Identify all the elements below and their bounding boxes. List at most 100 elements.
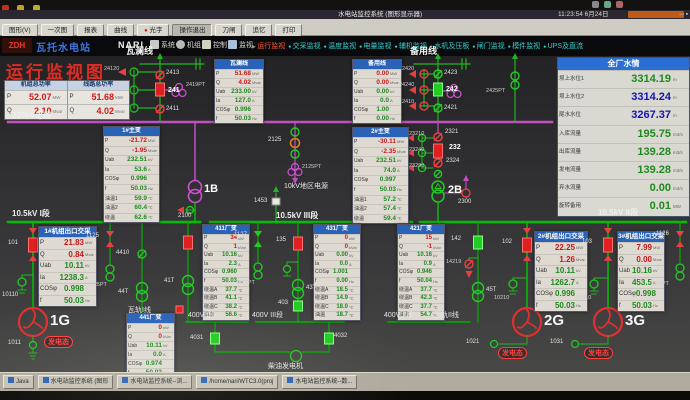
- meter-key: Uab: [314, 252, 324, 260]
- meter-key: 油温2: [353, 205, 367, 214]
- meter-row: COSφ1.00: [353, 105, 401, 114]
- feeder-45t: [465, 222, 484, 322]
- meter-row: f0.00Hz: [314, 277, 360, 286]
- water-label: 尾水水位: [558, 107, 593, 124]
- taskbar-item[interactable]: 水电站监控系统--浏...: [117, 375, 192, 389]
- meter-unit: [147, 175, 159, 184]
- meter-unit: MW: [147, 137, 159, 146]
- bay-2125-local-power: [288, 122, 302, 184]
- diagram-label: 2324: [446, 158, 459, 164]
- meter-row: f50.03Hz: [618, 300, 664, 312]
- diagram-label: 24140: [104, 84, 119, 90]
- water-row-坝上水位1: 坝上水位13314.19m: [558, 70, 689, 88]
- diesel-generator[interactable]: [291, 351, 302, 362]
- meter-row: f50.03Hz: [39, 295, 96, 307]
- meter-row: 绕温B41.1℃: [203, 294, 249, 303]
- meter-unit: Hz: [389, 115, 401, 123]
- diagram-label: 1021: [466, 339, 479, 345]
- meter-row: 油温159.9℃: [104, 194, 159, 204]
- meter-row: 绕温A37.7℃: [203, 286, 249, 295]
- breaker-4031[interactable]: [211, 333, 220, 344]
- diagram-label: 1125PT: [88, 282, 107, 288]
- meter-row: Q-1kVar: [398, 243, 444, 252]
- taskbar-item[interactable]: 水电站监控系统 (图形: [38, 375, 114, 389]
- breaker-403[interactable]: [294, 301, 303, 311]
- breaker-442[interactable]: [176, 306, 183, 313]
- meter-box-title: 421厂变: [398, 225, 444, 234]
- taskbar-item[interactable]: /home/nari/WTC3.0(proj: [196, 375, 278, 389]
- meter-value: 0.946: [413, 269, 432, 277]
- breaker-242[interactable]: [434, 83, 443, 96]
- water-row-入库流量: 入库流量195.75m3/s: [558, 125, 689, 143]
- taskbar-item[interactable]: Java: [3, 375, 34, 389]
- breaker-232[interactable]: [434, 144, 443, 158]
- disconnector-1031[interactable]: [572, 341, 579, 348]
- water-label: 入库流量: [558, 126, 593, 143]
- diagram-label: 23290: [409, 163, 424, 169]
- water-value: 139.28: [593, 162, 671, 179]
- summary-unit: MW: [52, 91, 67, 104]
- diagram-label: 24240: [399, 82, 414, 88]
- disconnector-1011[interactable]: [30, 342, 37, 349]
- meter-unit: ℃: [147, 195, 159, 204]
- meter-unit: [432, 269, 444, 277]
- meter-unit: [348, 269, 360, 277]
- breaker-4032[interactable]: [325, 333, 334, 344]
- breaker-41t[interactable]: [184, 236, 193, 249]
- feeder-41t: [183, 222, 194, 322]
- meter-value: 10.16: [630, 266, 652, 277]
- meter-row: Uab233.00kV: [215, 87, 263, 96]
- meter-row: Ia127.0A: [215, 96, 263, 105]
- meter-key: 绕温B: [314, 295, 328, 303]
- diagram-label: 14219: [446, 259, 461, 265]
- disconnector-2300[interactable]: [462, 189, 470, 197]
- meter-value: 50.03: [621, 301, 652, 312]
- meter-value: 10.11: [51, 261, 84, 272]
- meter-row: Ia74.0A: [353, 166, 408, 176]
- meter-unit: Mvar: [251, 79, 263, 87]
- feeder-1125: [106, 222, 114, 281]
- summary-row: Q4.02Mvar: [68, 104, 130, 118]
- breaker-103[interactable]: [604, 238, 613, 252]
- meter-value: 0: [319, 244, 348, 252]
- meter-unit: [237, 269, 249, 277]
- meter-box-unit-3: 3#机组出口交采P7.99MWQ0.00MvarUab10.16kVIa453.…: [617, 231, 665, 312]
- meter-row: 油温257.4℃: [353, 204, 408, 214]
- meter-row: Uab10.11kV: [535, 265, 587, 277]
- diagram-label: 1011: [8, 340, 21, 346]
- meter-unit: kV: [84, 261, 96, 272]
- diagram-label: 1127PT: [236, 280, 255, 286]
- breaker-241[interactable]: [156, 83, 165, 96]
- meter-unit: ℃: [348, 295, 360, 303]
- water-unit: m: [671, 107, 689, 124]
- diesel-tie: [215, 322, 329, 362]
- breaker-135[interactable]: [294, 237, 303, 250]
- meter-row: 绕温B42.3℃: [398, 294, 444, 303]
- meter-value: 50.03: [538, 301, 575, 312]
- grounding-10110[interactable]: [18, 278, 26, 286]
- meter-value: 0: [131, 324, 162, 332]
- breaker-142[interactable]: [474, 236, 483, 249]
- breaker-102[interactable]: [523, 238, 532, 252]
- meter-value: 37.7: [217, 287, 237, 295]
- water-row-出库流量: 出库流量139.28m3/s: [558, 143, 689, 161]
- grounding-10210[interactable]: [509, 280, 517, 288]
- meter-row: Uab232.51kV: [104, 155, 159, 165]
- meter-value: 57.2: [367, 196, 396, 205]
- disconnector-1021[interactable]: [491, 341, 498, 348]
- taskbar-item[interactable]: 水电站监控系统--数...: [282, 375, 357, 389]
- water-label: 弃水流量: [558, 180, 593, 197]
- meter-value: 18.5: [328, 287, 348, 295]
- meter-box-title: 431厂变: [314, 225, 360, 234]
- meter-value: 57.4: [367, 205, 396, 214]
- meter-unit: A: [389, 97, 401, 105]
- diagram-label: 2425PT: [486, 88, 505, 94]
- meter-row: P-21.72MW: [104, 136, 159, 146]
- grounding-10310[interactable]: [590, 280, 598, 288]
- meter-value: 1.26: [541, 255, 575, 266]
- breaker-101[interactable]: [29, 238, 38, 252]
- summary-row: P52.07MW: [5, 90, 67, 104]
- meter-unit: ℃: [147, 214, 159, 223]
- meter-row: COSφ0.974: [127, 359, 174, 368]
- meter-value: 2.3: [208, 261, 237, 269]
